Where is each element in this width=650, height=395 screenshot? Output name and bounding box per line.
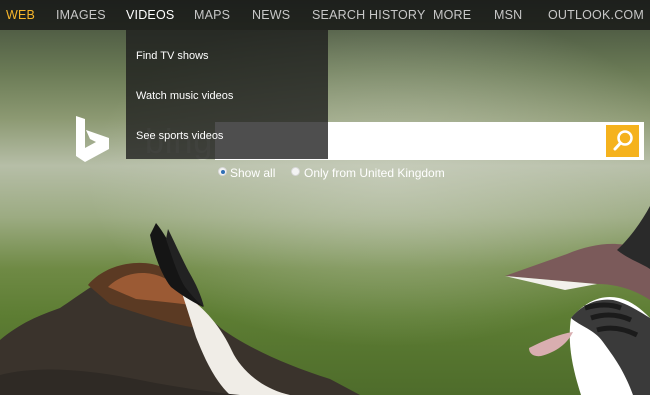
nav-images[interactable]: IMAGES	[56, 8, 106, 22]
radio-only-uk[interactable]	[291, 167, 300, 176]
label-only-uk[interactable]: Only from United Kingdom	[304, 166, 445, 180]
label-show-all[interactable]: Show all	[230, 166, 275, 180]
search-icon	[613, 130, 633, 151]
radio-show-all[interactable]	[218, 167, 227, 176]
bing-b-logo-icon	[76, 116, 109, 162]
nav-maps[interactable]: MAPS	[194, 8, 230, 22]
nav-more[interactable]: MORE	[433, 8, 471, 22]
nav-news[interactable]: NEWS	[252, 8, 290, 22]
menu-item-find-tv-shows[interactable]: Find TV shows	[136, 50, 209, 62]
menu-item-see-sports-videos[interactable]: See sports videos	[136, 130, 223, 142]
nav-videos[interactable]: VIDEOS	[126, 8, 174, 22]
nav-outlook[interactable]: OUTLOOK.COM	[548, 8, 644, 22]
nav-msn[interactable]: MSN	[494, 8, 522, 22]
background-bird-left	[0, 223, 360, 395]
top-nav-bar: WEB IMAGES VIDEOS MAPS NEWS SEARCH HISTO…	[0, 0, 650, 30]
background-bird-right	[505, 206, 650, 395]
nav-web[interactable]: WEB	[6, 8, 35, 22]
menu-item-watch-music-videos[interactable]: Watch music videos	[136, 90, 233, 102]
search-button[interactable]	[606, 125, 639, 157]
nav-search-history[interactable]: SEARCH HISTORY	[312, 8, 425, 22]
videos-dropdown-menu: Find TV shows Watch music videos See spo…	[126, 30, 328, 159]
